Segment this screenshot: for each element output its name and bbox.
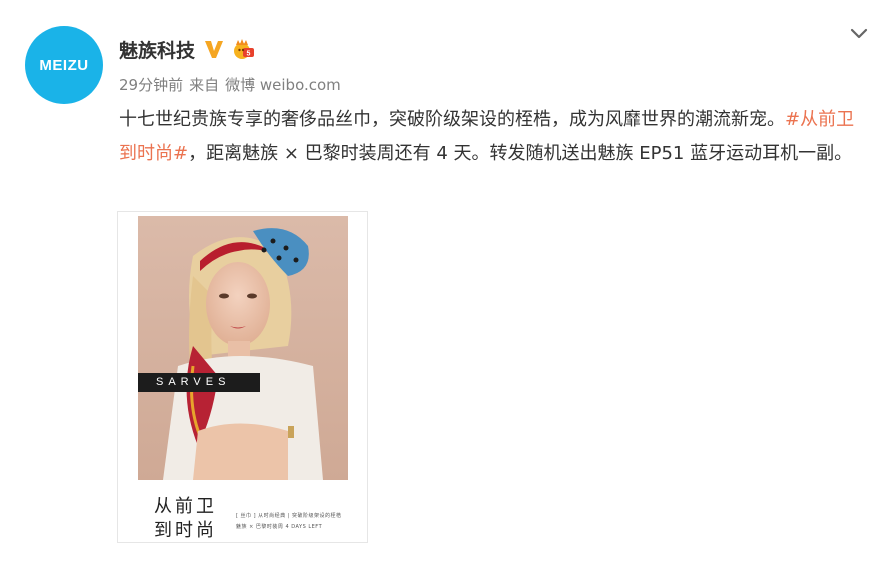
post-text-intro: 十七世纪贵族专享的奢侈品丝巾，突破阶级架设的桎梏，成为风靡世界的潮流新宠。 bbox=[119, 109, 785, 130]
image-small-caption: [ 丝巾 ] 从时尚经典 | 突破阶级架设的桎梏 魅族 × 巴黎时装周 4 DA… bbox=[236, 511, 342, 533]
post-time-link[interactable]: 29分钟前 bbox=[119, 74, 183, 95]
post-source-link[interactable]: 微博 weibo.com bbox=[225, 74, 341, 95]
vip-badge-icon[interactable]: 5 bbox=[231, 38, 255, 60]
sarves-banner: SARVES bbox=[138, 373, 260, 392]
weibo-post-card: MEIZU 魅族科技 5 29分钟前 来自 微博 weibo.com 十七世纪贵… bbox=[0, 0, 894, 563]
image-caption: 从前卫 到时尚 bbox=[154, 495, 217, 543]
verified-v-icon[interactable] bbox=[203, 38, 225, 60]
post-text: 十七世纪贵族专享的奢侈品丝巾，突破阶级架设的桎梏，成为风靡世界的潮流新宠。#从前… bbox=[119, 103, 869, 171]
post-meta: 29分钟前 来自 微博 weibo.com bbox=[119, 74, 341, 95]
avatar-logo-text: MEIZU bbox=[39, 56, 89, 74]
image-caption-line2: 到时尚 bbox=[154, 520, 217, 541]
svg-text:5: 5 bbox=[247, 51, 251, 58]
chevron-down-icon[interactable] bbox=[850, 28, 868, 40]
username-link[interactable]: 魅族科技 bbox=[119, 36, 195, 63]
post-text-rest: ，距离魅族 × 巴黎时装周还有 4 天。转发随机送出魅族 EP51 蓝牙运动耳机… bbox=[188, 143, 853, 164]
image-small-caption-line1: [ 丝巾 ] 从时尚经典 | 突破阶级架设的桎梏 bbox=[236, 513, 342, 519]
author-row: 魅族科技 5 bbox=[119, 36, 255, 62]
model-photo: SARVES bbox=[138, 216, 348, 480]
from-label: 来自 bbox=[189, 76, 220, 94]
avatar[interactable]: MEIZU bbox=[25, 26, 103, 104]
image-caption-line1: 从前卫 bbox=[154, 496, 217, 517]
post-image[interactable]: SARVES 从前卫 到时尚 [ 丝巾 ] 从时尚经典 | 突破阶级架设的桎梏 … bbox=[117, 211, 368, 543]
image-small-caption-line2: 魅族 × 巴黎时装周 4 DAYS LEFT bbox=[236, 524, 323, 530]
